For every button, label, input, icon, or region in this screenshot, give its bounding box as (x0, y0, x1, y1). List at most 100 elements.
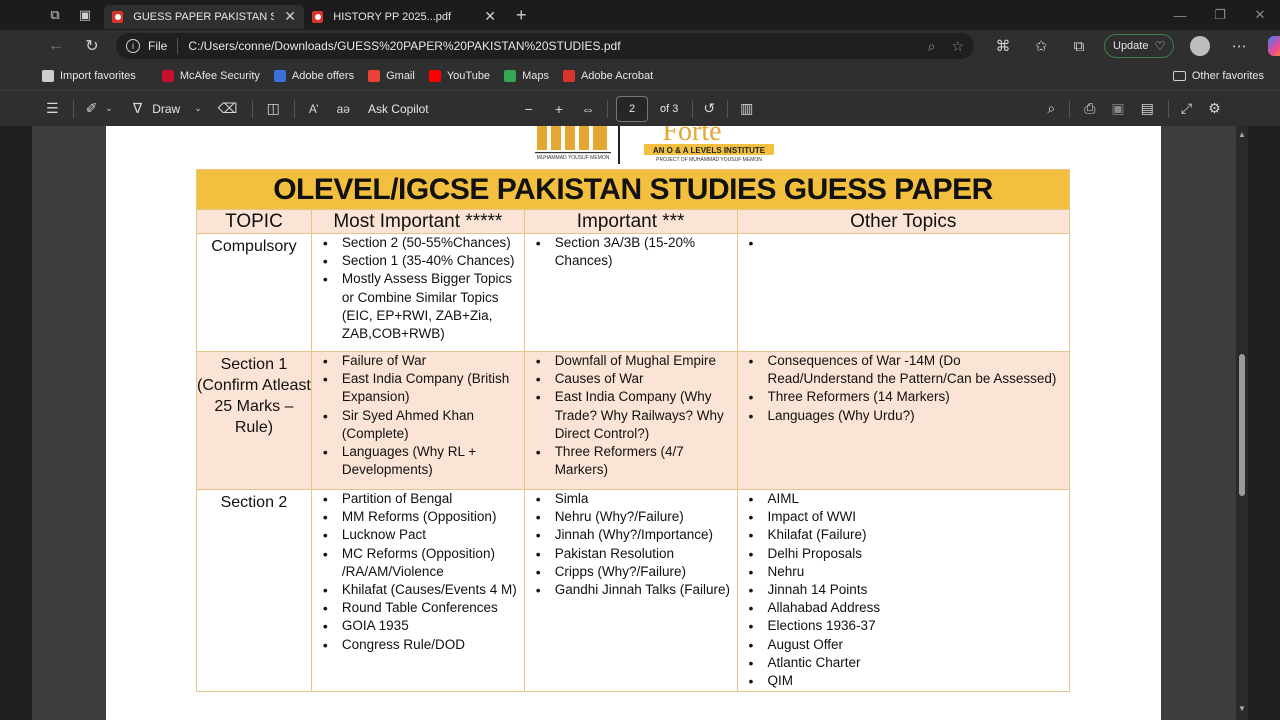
update-button[interactable]: Update ♡ (1104, 34, 1175, 58)
draw-button[interactable]: Draw (152, 102, 180, 116)
list-item: Three Reformers (4/7 Markers) (531, 443, 733, 479)
list-item: Languages (Why RL + Developments) (318, 443, 520, 479)
more-menu-icon[interactable]: ⋯ (1220, 37, 1258, 55)
read-aloud-icon[interactable]: A’ (309, 102, 319, 116)
page-view-icon[interactable]: ▥ (740, 100, 753, 117)
ask-copilot-button[interactable]: Ask Copilot (368, 102, 429, 116)
favorite-item[interactable]: Gmail (368, 70, 415, 82)
tab-history-pp[interactable]: HISTORY PP 2025...pdf ✕ (304, 5, 504, 29)
zoom-icon[interactable]: ⌕ (928, 38, 936, 55)
update-label: Update (1113, 40, 1149, 52)
address-bar[interactable]: i File C:/Users/conne/Downloads/GUESS%20… (116, 33, 974, 59)
chevron-down-icon[interactable]: ⌄ (194, 103, 202, 114)
favorite-item[interactable]: Maps (504, 70, 549, 82)
settings-gear-icon[interactable]: ⚙ (1208, 100, 1221, 117)
text-box-icon[interactable]: ◫ (267, 100, 280, 117)
scrollbar-thumb[interactable] (1239, 354, 1245, 496)
omnibox-actions: ⌕ ☆ (928, 38, 964, 55)
translate-icon[interactable]: aə (337, 102, 350, 116)
bullet-list: Consequences of War -14M (Do Read/Unders… (738, 352, 1070, 425)
vertical-scrollbar[interactable]: ▲ ▼ (1236, 126, 1248, 720)
list-item: Impact of WWI (744, 508, 1066, 526)
scroll-down-icon[interactable]: ▼ (1238, 704, 1246, 713)
eraser-icon[interactable]: ⌫ (218, 100, 238, 117)
pdf-icon (312, 10, 324, 23)
list-item: Round Table Conferences (318, 599, 520, 617)
refresh-icon[interactable]: ↻ (74, 30, 110, 62)
folder-icon (1172, 71, 1186, 81)
favorite-item[interactable]: YouTube (428, 70, 490, 82)
workspaces-icon[interactable]: ⧉ (40, 0, 70, 30)
address-url: C:/Users/conne/Downloads/GUESS%20PAPER%2… (188, 39, 621, 53)
other-favorites-label: Other favorites (1191, 70, 1264, 82)
favorites-icon[interactable]: ✩ (1022, 37, 1060, 55)
print-icon[interactable]: ⎙ (1084, 100, 1095, 117)
profile-avatar[interactable] (1190, 36, 1211, 56)
contents-icon[interactable]: ☰ (46, 100, 59, 117)
copilot-icon[interactable] (1268, 36, 1280, 56)
chevron-down-icon[interactable]: ⌄ (105, 103, 113, 114)
divider (293, 99, 295, 118)
list-item: Nehru (Why?/Failure) (531, 508, 733, 526)
other-favorites[interactable]: Other favorites (1172, 62, 1264, 90)
tab-label: GUESS PAPER PAKISTAN STUDIES (133, 10, 275, 23)
zoom-in-icon[interactable]: + (555, 101, 563, 117)
list-item: AIML (744, 490, 1066, 508)
tab-guess-paper[interactable]: GUESS PAPER PAKISTAN STUDIES ✕ (104, 4, 304, 29)
info-icon[interactable]: i (126, 39, 140, 53)
close-tab-icon[interactable]: ✕ (484, 8, 496, 25)
collections-icon[interactable]: ⧉ (1060, 38, 1098, 55)
list-item: Lucknow Pact (318, 526, 520, 544)
scroll-up-icon[interactable]: ▲ (1238, 130, 1246, 139)
save-as-icon[interactable]: ▤ (1141, 100, 1154, 117)
logo-right-text: Forte (662, 126, 721, 147)
restore-icon[interactable]: ❐ (1200, 0, 1240, 30)
guess-paper-table: OLEVEL/IGCSE PAKISTAN STUDIES GUESS PAPE… (196, 169, 1070, 692)
fit-page-icon[interactable]: ⇔ (581, 101, 595, 117)
topic-cell: Compulsory (196, 233, 312, 352)
favorite-item[interactable]: Adobe offers (273, 70, 355, 82)
other-cell (736, 233, 1070, 352)
other-cell: Consequences of War -14M (Do Read/Unders… (736, 351, 1070, 490)
list-item: Three Reformers (14 Markers) (744, 388, 1066, 406)
extensions-icon[interactable]: ⌘ (984, 37, 1022, 55)
favorite-item[interactable]: McAfee Security (161, 70, 260, 82)
list-item: Section 3A/3B (15-20% Chances) (531, 234, 733, 270)
save-icon[interactable]: ▣ (1111, 100, 1124, 117)
logo-right-sub2: PROJECT OF MUHAMMAD YOUSUF MEMON (656, 157, 762, 163)
favorite-label: Adobe offers (291, 70, 355, 82)
draw-icon[interactable]: ∇ (133, 100, 142, 117)
important-cell: Section 3A/3B (15-20% Chances) (523, 233, 738, 352)
maps-icon (504, 70, 517, 82)
list-item: Downfall of Mughal Empire (531, 352, 733, 370)
highlight-icon[interactable]: ✐ (86, 100, 98, 117)
list-item: Mostly Assess Bigger Topics or Combine S… (318, 270, 520, 343)
list-item: Jinnah (Why?/Importance) (531, 526, 733, 544)
tab-actions-icon[interactable]: ▣ (70, 0, 100, 30)
list-item: Sir Syed Ahmed Khan (Complete) (318, 407, 520, 443)
new-tab-icon[interactable]: + (516, 5, 527, 26)
minimize-icon[interactable]: — (1160, 0, 1200, 30)
page-number-input[interactable]: 2 (616, 95, 649, 122)
favorite-star-icon[interactable]: ☆ (951, 38, 964, 55)
pdf-viewer[interactable]: MUHAMMAD YOUSUF MEMON Forte AN O & A LEV… (32, 126, 1248, 720)
search-icon[interactable]: ⌕ (1047, 100, 1055, 117)
page-total: of 3 (660, 102, 679, 115)
youtube-icon (428, 70, 441, 82)
rotate-icon[interactable]: ↺ (703, 100, 715, 117)
list-item: Atlantic Charter (744, 654, 1066, 672)
logo-left-text: MUHAMMAD YOUSUF MEMON (537, 155, 610, 161)
document-title: OLEVEL/IGCSE PAKISTAN STUDIES GUESS PAPE… (196, 169, 1070, 210)
close-window-icon[interactable]: ✕ (1240, 0, 1280, 30)
zoom-out-icon[interactable]: − (525, 101, 533, 117)
list-item: Section 1 (35-40% Chances) (318, 252, 520, 270)
logo-divider (618, 126, 620, 164)
back-icon[interactable]: ← (38, 30, 74, 62)
list-item: East India Company (British Expansion) (318, 370, 520, 406)
favorite-item[interactable]: Import favorites (42, 70, 136, 82)
fullscreen-icon[interactable]: ⤢ (1181, 100, 1192, 117)
title-bar: ⧉ ▣ GUESS PAPER PAKISTAN STUDIES ✕ HISTO… (0, 0, 1280, 30)
favorite-item[interactable]: Adobe Acrobat (562, 70, 653, 82)
adobe-icon (273, 70, 286, 82)
close-tab-icon[interactable]: ✕ (284, 8, 296, 25)
